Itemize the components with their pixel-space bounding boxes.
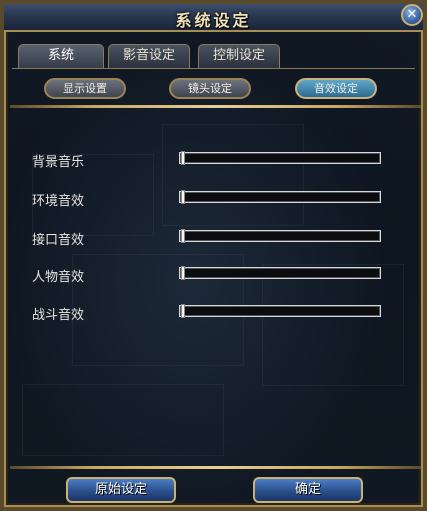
label-character-sound: 人物音效	[32, 270, 85, 285]
divider-bottom	[10, 466, 421, 469]
window-title: 系统设定	[175, 11, 252, 30]
slider-thumb[interactable]	[181, 190, 185, 204]
slider-interface-sound[interactable]	[179, 229, 381, 243]
slider-background-music[interactable]	[179, 151, 381, 165]
subtab-camera[interactable]: 镜头设定	[169, 78, 251, 99]
tab-controls[interactable]: 控制设定	[198, 44, 280, 68]
reset-defaults-button[interactable]: 原始设定	[66, 477, 176, 503]
tab-audio-video[interactable]: 影音设定	[108, 44, 190, 68]
slider-ambient-sound[interactable]	[179, 190, 381, 204]
slider-character-sound[interactable]	[179, 266, 381, 280]
label-background-music: 背景音乐	[32, 155, 85, 170]
slider-thumb[interactable]	[181, 229, 185, 243]
slider-combat-sound[interactable]	[179, 304, 381, 318]
label-ambient-sound: 环境音效	[32, 194, 85, 209]
divider-top	[10, 105, 421, 108]
label-combat-sound: 战斗音效	[32, 308, 85, 323]
slider-thumb[interactable]	[181, 266, 185, 280]
slider-thumb[interactable]	[181, 151, 185, 165]
tab-system[interactable]: 系统	[18, 44, 104, 68]
confirm-button[interactable]: 确定	[253, 477, 363, 503]
slider-thumb[interactable]	[181, 304, 185, 318]
system-settings-dialog: 系统设定 ✕ 系统 影音设定 控制设定 显示设置 镜头设定 音效设定 背景音乐 …	[0, 0, 427, 511]
label-interface-sound: 接口音效	[32, 233, 85, 248]
close-icon: ✕	[406, 7, 418, 22]
close-button[interactable]: ✕	[401, 4, 423, 26]
subtab-display[interactable]: 显示设置	[44, 78, 126, 99]
title-bar[interactable]: 系统设定	[4, 4, 423, 32]
subtab-sound[interactable]: 音效设定	[295, 78, 377, 99]
